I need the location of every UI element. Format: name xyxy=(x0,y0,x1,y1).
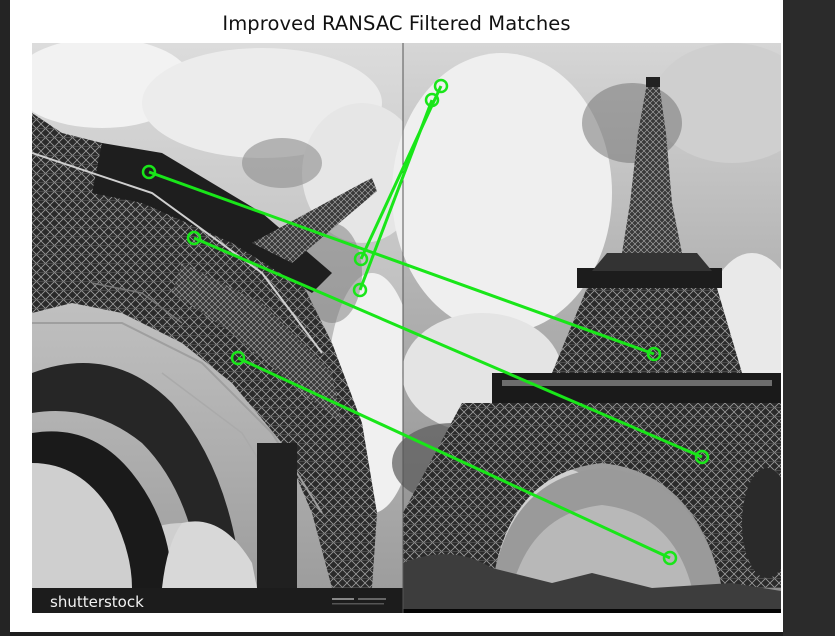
left-edge-strip xyxy=(0,0,10,636)
figure-title: Improved RANSAC Filtered Matches xyxy=(222,12,571,35)
match-visualization: shutterstock xyxy=(32,43,781,613)
shutterstock-watermark: shutterstock xyxy=(50,593,144,611)
right-bottom-bar xyxy=(403,609,781,613)
matplotlib-figure: Improved RANSAC Filtered Matches shutter… xyxy=(10,0,783,632)
right-eiffel-photo xyxy=(392,43,781,613)
right-gutter-panel xyxy=(783,0,835,636)
left-eiffel-photo: shutterstock xyxy=(32,43,422,613)
match-canvas: shutterstock xyxy=(32,43,781,613)
viewer-window: Improved RANSAC Filtered Matches shutter… xyxy=(0,0,835,636)
